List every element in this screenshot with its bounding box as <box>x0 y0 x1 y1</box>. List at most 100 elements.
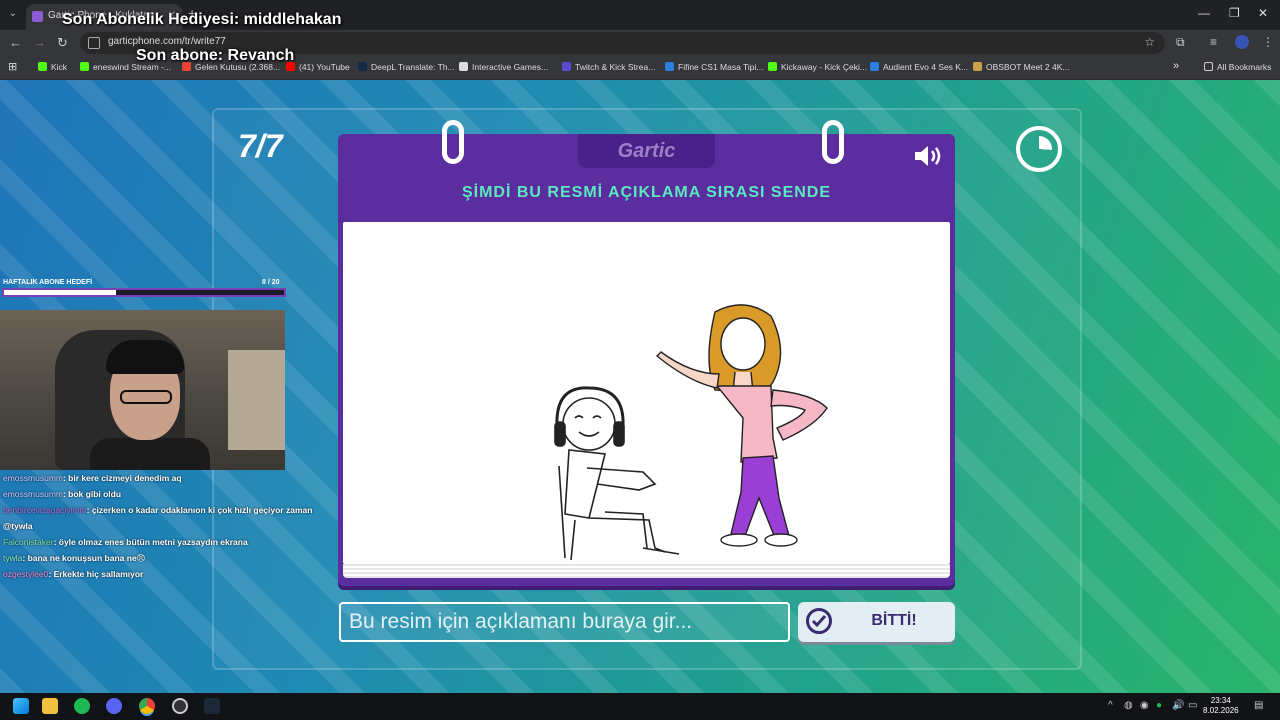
webcam-feed <box>0 310 285 470</box>
tray-chevron-icon[interactable]: ^ <box>1108 700 1113 711</box>
webcam-person-hair <box>106 340 184 374</box>
w-icon <box>973 62 982 71</box>
minimize-icon[interactable]: — <box>1198 6 1210 20</box>
chat-message: Falconistaker: öyle olmaz enes bütün met… <box>0 534 330 550</box>
speaker-icon[interactable] <box>913 144 943 168</box>
chat-message: ozgestylee0: Erkekte hiç sallamıyor <box>0 566 330 582</box>
description-input[interactable] <box>339 602 790 642</box>
chat-username[interactable]: ozgestylee0 <box>3 569 48 579</box>
close-window-icon[interactable]: ✕ <box>1258 6 1268 20</box>
chat-message: tywla: bana ne konuşsun bana ne😠 <box>0 550 330 566</box>
done-button[interactable]: BİTTİ! <box>798 602 955 642</box>
kickaway-icon <box>768 62 777 71</box>
timer-fill <box>1026 136 1052 162</box>
media-controls-icon[interactable]: ≡ <box>1210 35 1217 49</box>
kick-icon <box>80 62 89 71</box>
checkmark-icon <box>806 608 832 634</box>
bookmark-fifine[interactable]: Fifine CS1 Masa Tipi... <box>665 62 764 72</box>
all-bookmarks[interactable]: All Bookmarks <box>1204 62 1271 72</box>
apps-grid-icon[interactable]: ⊞ <box>8 60 17 73</box>
tab-search-icon[interactable]: ⌄ <box>4 5 22 23</box>
extensions-icon[interactable]: ⧉ <box>1176 35 1185 50</box>
kick-icon <box>38 62 47 71</box>
binder-ring <box>442 120 464 164</box>
webcam-person-body <box>90 438 210 470</box>
webcam-glasses <box>120 390 172 404</box>
bookmark-kick[interactable]: Kick <box>38 62 67 72</box>
reload-icon[interactable]: ↻ <box>57 35 68 51</box>
bookmark-star-icon[interactable]: ☆ <box>1144 35 1155 49</box>
tray-spotify-icon[interactable]: ● <box>1156 700 1162 711</box>
chat-username[interactable]: tywla <box>3 553 22 563</box>
drawing-canvas <box>343 222 950 564</box>
profile-avatar[interactable] <box>1235 35 1249 49</box>
chat-message: emossmusumm: bir kere cizmeyi denedim aq <box>0 470 330 486</box>
chat-message: benbircevizagaciyimm: çizerken o kadar o… <box>0 502 330 534</box>
bookmark-interactive-games[interactable]: Interactive Games... <box>459 62 548 72</box>
chrome-icon[interactable] <box>139 698 155 714</box>
site-info-icon[interactable] <box>88 37 100 49</box>
sub-goal-bar <box>2 288 286 297</box>
restore-icon[interactable]: ❐ <box>1229 6 1240 20</box>
tray-steam-icon[interactable]: ◍ <box>1124 700 1133 711</box>
drawing-card: Gartic ŞİMDİ BU RESMİ AÇIKLAMA SIRASI SE… <box>338 120 955 586</box>
chat-username[interactable]: benbircevizagaciyimm <box>3 505 87 515</box>
gartic-favicon-icon <box>32 11 43 22</box>
bookmark-audient[interactable]: Audient Evo 4 Ses K... <box>870 62 968 72</box>
steam-icon[interactable] <box>204 698 220 714</box>
network-icon[interactable]: ▭ <box>1188 700 1197 711</box>
chat-text: : bok gibi oldu <box>62 489 122 499</box>
file-explorer-icon[interactable] <box>42 698 58 714</box>
bookmark-youtube[interactable]: (41) YouTube <box>286 62 350 72</box>
clock[interactable]: 23:34 8.02.2026 <box>1203 696 1239 716</box>
timer-clock-icon <box>1016 126 1062 172</box>
chat-text: : bana ne konuşsun bana ne😠 <box>22 553 146 563</box>
clock-date: 8.02.2026 <box>1203 706 1239 715</box>
chat-message: emossmusumm: bok gibi oldu <box>0 486 330 502</box>
logo-tab: Gartic <box>578 134 715 168</box>
discord-icon[interactable] <box>106 698 122 714</box>
gartic-logo: Gartic <box>617 140 676 162</box>
chat-text: : bir kere cizmeyi denedim aq <box>62 473 182 483</box>
bookmark-kickaway[interactable]: Kickaway - Kick Çeki... <box>768 62 867 72</box>
forward-icon[interactable]: → <box>33 35 46 50</box>
check-icon <box>870 62 879 71</box>
stream-chat: emossmusumm: bir kere cizmeyi denedim aq… <box>0 470 330 582</box>
spotify-icon[interactable] <box>74 698 90 714</box>
url-text: garticphone.com/tr/write77 <box>108 36 226 47</box>
windows-taskbar: ^ ◍ ◉ ● 🔊 ▭ 23:34 8.02.2026 ▤ <box>0 693 1280 720</box>
menu-kebab-icon[interactable]: ⋮ <box>1262 35 1274 49</box>
prompt-text: ŞİMDİ BU RESMİ AÇIKLAMA SIRASI SENDE <box>461 184 832 201</box>
back-icon[interactable]: ← <box>9 35 22 50</box>
drawing-image <box>554 304 828 561</box>
more-bookmarks-icon[interactable]: » <box>1173 60 1179 72</box>
sub-goal-count: 8 / 20 <box>262 279 280 286</box>
chat-text: : Erkekte hiç sallamıyor <box>48 569 144 579</box>
deepl-icon <box>358 62 367 71</box>
notifications-icon[interactable]: ▤ <box>1254 700 1263 711</box>
bookmark-obsbot[interactable]: OBSBOT Meet 2 4K... <box>973 62 1069 72</box>
chat-text: : öyle olmaz enes bütün metni yazsaydın … <box>53 537 248 547</box>
sub-goal-title: HAFTALIK ABONE HEDEFİ <box>3 279 93 286</box>
obs-icon[interactable] <box>172 698 188 714</box>
tray-discord-icon[interactable]: ◉ <box>1140 700 1149 711</box>
page-icon <box>459 62 468 71</box>
clock-time: 23:34 <box>1210 696 1231 705</box>
volume-icon[interactable]: 🔊 <box>1172 700 1184 711</box>
windows-start-icon[interactable] <box>13 698 29 714</box>
cp-icon <box>562 62 571 71</box>
chat-username[interactable]: emossmusumm <box>3 473 63 483</box>
bookmark-deepl[interactable]: DeepL Translate: Th... <box>358 62 455 72</box>
sub-goal-fill <box>4 290 116 295</box>
last-sub-overlay: Son abone: Revanch <box>136 47 295 64</box>
last-gift-overlay: Son Abonelik Hediyesi: middlehakan <box>62 11 342 28</box>
bookmark-twitch-kick[interactable]: Twitch & Kick Strea... <box>562 62 655 72</box>
done-label: BİTTİ! <box>871 612 917 629</box>
webcam-bed <box>228 350 285 450</box>
check-icon <box>665 62 674 71</box>
folder-icon <box>1204 62 1213 71</box>
notebook-page-edge <box>343 564 950 578</box>
chat-username[interactable]: emossmusumm <box>3 489 63 499</box>
binder-ring <box>822 120 844 164</box>
chat-username[interactable]: Falconistaker <box>3 537 54 547</box>
